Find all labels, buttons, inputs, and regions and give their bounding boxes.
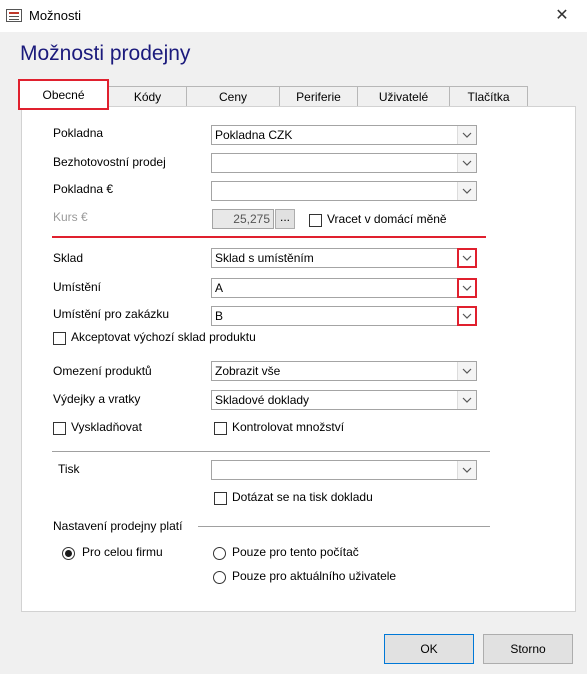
bezhotovostni-select[interactable] — [211, 153, 477, 173]
pokladna-select[interactable]: Pokladna CZK — [211, 125, 477, 145]
tab-obecne[interactable]: Obecné — [18, 79, 109, 110]
kurs-label: Kurs € — [53, 210, 88, 224]
radio-tento-pocitac[interactable] — [213, 547, 226, 560]
vydejky-label: Výdejky a vratky — [53, 392, 141, 406]
window-title: Možnosti — [29, 8, 82, 23]
radio-cela-firma[interactable] — [62, 547, 75, 560]
scope-divider — [198, 526, 490, 527]
pokladna-eur-select[interactable] — [211, 181, 477, 201]
tab-ceny[interactable]: Ceny — [186, 86, 280, 106]
pokladna-eur-label: Pokladna € — [53, 182, 114, 196]
title-bar: Možnosti ✕ — [0, 0, 587, 32]
sklad-label: Sklad — [53, 251, 84, 265]
chevron-down-icon[interactable] — [457, 248, 477, 268]
kontrolovat-checkbox[interactable] — [214, 422, 227, 435]
pokladna-label: Pokladna — [53, 126, 104, 140]
akceptovat-label: Akceptovat výchozí sklad produktu — [71, 330, 256, 344]
close-icon[interactable]: ✕ — [548, 3, 576, 29]
kurs-input[interactable]: 25,275 — [212, 209, 274, 229]
chevron-down-icon[interactable] — [457, 362, 476, 380]
vracet-label: Vracet v domácí měně — [327, 212, 447, 226]
dotazat-checkbox[interactable] — [214, 492, 227, 505]
radio-aktualni-uzivatel-label: Pouze pro aktuálního uživatele — [232, 569, 397, 583]
scope-heading: Nastavení prodejny platí — [53, 519, 183, 533]
vydejky-select[interactable]: Skladové doklady — [211, 390, 477, 410]
omezeni-label: Omezení produktů — [53, 364, 152, 378]
page-title: Možnosti prodejny — [20, 42, 191, 65]
section-divider — [52, 451, 490, 452]
app-form-icon — [6, 9, 22, 22]
tisk-label: Tisk — [58, 462, 80, 476]
kurs-browse-button[interactable]: ... — [275, 209, 295, 229]
sklad-select[interactable]: Sklad s umístěním — [211, 248, 477, 268]
omezeni-value: Zobrazit vše — [215, 364, 281, 378]
vracet-checkbox[interactable] — [309, 214, 322, 227]
section-divider-red — [52, 236, 486, 238]
kontrolovat-label: Kontrolovat množství — [232, 420, 345, 434]
chevron-down-icon[interactable] — [457, 391, 476, 409]
umisteni-label: Umístění — [53, 280, 102, 294]
umisteni-value: A — [215, 281, 224, 295]
chevron-down-icon[interactable] — [457, 126, 476, 144]
omezeni-select[interactable]: Zobrazit vše — [211, 361, 477, 381]
tab-periferie[interactable]: Periferie — [279, 86, 358, 106]
radio-aktualni-uzivatel[interactable] — [213, 571, 226, 584]
radio-selected-dot — [65, 550, 72, 557]
cancel-button[interactable]: Storno — [483, 634, 573, 664]
ok-button[interactable]: OK — [384, 634, 474, 664]
chevron-down-icon[interactable] — [457, 154, 476, 172]
tab-uzivatele[interactable]: Uživatelé — [357, 86, 450, 106]
dotazat-label: Dotázat se na tisk dokladu — [232, 490, 373, 504]
chevron-down-icon[interactable] — [457, 278, 477, 298]
vyskladnovat-label: Vyskladňovat — [71, 420, 142, 434]
bezhotovostni-label: Bezhotovostní prodej — [53, 155, 166, 169]
vydejky-value: Skladové doklady — [215, 393, 310, 407]
tab-kody[interactable]: Kódy — [108, 86, 187, 106]
chevron-down-icon[interactable] — [457, 461, 476, 479]
umisteni-zakazka-label: Umístění pro zakázku — [53, 307, 170, 321]
tab-tlacitka[interactable]: Tlačítka — [449, 86, 528, 106]
radio-tento-pocitac-label: Pouze pro tento počítač — [232, 545, 359, 559]
umisteni-zakazka-value: B — [215, 309, 224, 323]
tisk-select[interactable] — [211, 460, 477, 480]
sklad-value: Sklad s umístěním — [215, 251, 314, 265]
akceptovat-checkbox[interactable] — [53, 332, 66, 345]
umisteni-select[interactable]: A — [211, 278, 477, 298]
vyskladnovat-checkbox[interactable] — [53, 422, 66, 435]
radio-cela-firma-label: Pro celou firmu — [82, 545, 163, 559]
pokladna-value: Pokladna CZK — [215, 128, 293, 142]
chevron-down-icon[interactable] — [457, 306, 477, 326]
umisteni-zakazka-select[interactable]: B — [211, 306, 477, 326]
chevron-down-icon[interactable] — [457, 182, 476, 200]
